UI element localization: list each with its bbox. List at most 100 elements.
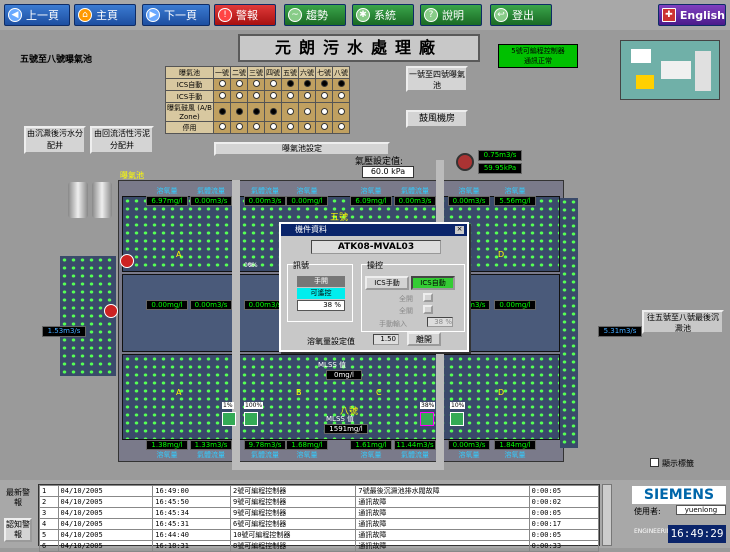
log-cell: 4 xyxy=(39,518,59,530)
mode-radio[interactable] xyxy=(264,121,282,134)
valve-top-pct: 0% xyxy=(244,262,254,269)
mode-radio[interactable] xyxy=(247,90,265,103)
sensor-label: 氣體流量 xyxy=(251,187,279,195)
ics-manual-button[interactable]: ICS手動 xyxy=(365,276,409,290)
do-setpoint-field[interactable]: 1.50 xyxy=(373,334,399,345)
help-button[interactable]: ? 說明 xyxy=(420,4,482,26)
zone-label: A xyxy=(176,250,182,259)
mode-radio[interactable] xyxy=(264,102,282,122)
site-map[interactable] xyxy=(620,40,720,100)
mode-radio[interactable] xyxy=(315,121,333,134)
log-scrollbar[interactable] xyxy=(602,484,612,546)
mode-radio[interactable] xyxy=(315,90,333,103)
valve-icon[interactable] xyxy=(244,412,258,426)
mode-radio[interactable] xyxy=(281,102,299,122)
valve-alarm-icon[interactable] xyxy=(104,304,118,318)
distribution-well-2-button[interactable]: 由回流活性污泥分配井 xyxy=(90,126,154,154)
mode-radio[interactable] xyxy=(230,78,248,91)
mode-radio[interactable] xyxy=(298,121,316,134)
sensor-label: 氣體流量 xyxy=(197,187,225,195)
sensor-label: 氣體流量 xyxy=(197,451,225,459)
trend-button[interactable]: ~ 趨勢 xyxy=(284,4,346,26)
control-table-row-label: ICS自動 xyxy=(165,78,214,91)
mode-radio[interactable] xyxy=(315,78,333,91)
alarm-button[interactable]: ! 警報 xyxy=(214,4,276,26)
arrow-left-icon: ◀ xyxy=(8,8,22,22)
log-cell: 0:00:17 xyxy=(528,518,600,530)
valve-icon[interactable] xyxy=(450,412,464,426)
mode-radio[interactable] xyxy=(332,121,350,134)
blower-room-1-4-button[interactable]: 一號至四號曝氣池 xyxy=(406,66,468,92)
log-cell: 3 xyxy=(39,507,59,519)
mode-radio[interactable] xyxy=(213,102,231,122)
mode-radio[interactable] xyxy=(247,121,265,134)
mode-radio[interactable] xyxy=(213,90,231,103)
prev-page-button[interactable]: ◀ 上一頁 xyxy=(4,4,70,26)
ics-auto-button[interactable]: ICS自動 xyxy=(411,276,455,290)
mode-radio[interactable] xyxy=(247,78,265,91)
sensor-label: 溶氧量 xyxy=(458,187,480,195)
mode-radio[interactable] xyxy=(332,78,350,91)
logout-icon: ↩ xyxy=(494,8,508,22)
next-page-button[interactable]: ▶ 下一頁 xyxy=(142,4,210,26)
log-row[interactable]: 3 04/10/2005 16:45:34 9號可編程控制器 通訊故障 0:00:05 xyxy=(39,507,600,519)
log-cell: 16:18:31 xyxy=(152,540,231,552)
sensor-label: 溶氧量 xyxy=(360,451,382,459)
to-final-sedimentation-button[interactable]: 往五號至八號最後沉澱池 xyxy=(642,310,724,334)
plc-status-badge: 5號可編程控制器 通訊正常 xyxy=(498,44,578,68)
log-cell: 16:45:31 xyxy=(152,518,231,530)
blower-room-button[interactable]: 鼓風機房 xyxy=(406,110,468,128)
system-button[interactable]: ✱ 系統 xyxy=(352,4,414,26)
home-button[interactable]: ⌂ 主頁 xyxy=(74,4,136,26)
control-table-row-label: ICS手動 xyxy=(165,90,214,103)
mode-radio[interactable] xyxy=(230,121,248,134)
english-button[interactable]: ✚ English xyxy=(658,4,726,26)
control-table-header: 四號 xyxy=(264,66,282,79)
log-row[interactable]: 2 04/10/2005 16:45:50 9號可編程控制器 通訊故障 0:00:02 xyxy=(39,496,600,508)
mode-radio[interactable] xyxy=(213,121,231,134)
mode-radio[interactable] xyxy=(298,90,316,103)
close-all-button[interactable] xyxy=(423,305,433,314)
blower-icon[interactable] xyxy=(456,153,474,171)
open-all-button[interactable] xyxy=(423,293,433,302)
log-cell: 0:00:02 xyxy=(528,496,600,508)
mode-radio[interactable] xyxy=(230,90,248,103)
map-highlight xyxy=(636,75,654,89)
top-readout: 6.97mg/l xyxy=(146,196,188,206)
log-cell: 16:44:40 xyxy=(152,529,231,541)
left-flow-readout: 1.53m3/s xyxy=(42,326,86,337)
log-cell: 2號可編程控制器 xyxy=(229,485,357,497)
log-row[interactable]: 5 04/10/2005 16:44:40 10號可編程控制器 通訊故障 0:00:05 xyxy=(39,529,600,541)
mode-radio[interactable] xyxy=(315,102,333,122)
log-row[interactable]: 4 04/10/2005 16:45:31 6號可編程控制器 通訊故障 0:00:17 xyxy=(39,518,600,530)
show-labels-checkbox[interactable] xyxy=(650,458,659,467)
ack-alarm-button[interactable]: 認知警報 xyxy=(4,518,32,542)
mode-radio[interactable] xyxy=(281,78,299,91)
mode-radio[interactable] xyxy=(332,102,350,122)
mode-radio[interactable] xyxy=(213,78,231,91)
mode-radio[interactable] xyxy=(247,102,265,122)
valve-icon[interactable] xyxy=(420,412,434,426)
mode-radio[interactable] xyxy=(332,90,350,103)
close-icon[interactable]: × xyxy=(455,226,464,234)
logout-button[interactable]: ↩ 登出 xyxy=(490,4,552,26)
valve-icon[interactable] xyxy=(222,412,236,426)
leave-button[interactable]: 離開 xyxy=(407,332,441,346)
mode-radio[interactable] xyxy=(281,90,299,103)
log-row[interactable]: 1 04/10/2005 16:49:00 2號可編程控制器 7號最後沉澱池排水閥故障 0… xyxy=(39,485,600,497)
log-row[interactable]: 6 04/10/2005 16:18:31 8號可編程控制器 通訊故障 0:00:33 xyxy=(39,540,600,552)
mode-radio[interactable] xyxy=(281,121,299,134)
valve-bottom-pct: 38% xyxy=(420,402,436,409)
do-setpoint-label: 溶氧量設定值 xyxy=(307,337,355,346)
top-readout: 0.00m3/s xyxy=(448,196,490,206)
control-table-row-label: 曝氣鼓風 (A/B Zone) xyxy=(165,102,214,122)
distribution-well-1-button[interactable]: 由沉澱後污水分配井 xyxy=(24,126,86,154)
mode-radio[interactable] xyxy=(264,90,282,103)
manual-input-field[interactable]: 38 % xyxy=(427,317,453,327)
mode-radio[interactable] xyxy=(298,102,316,122)
mode-radio[interactable] xyxy=(230,102,248,122)
mode-radio[interactable] xyxy=(298,78,316,91)
mode-radio[interactable] xyxy=(264,78,282,91)
air-pressure-value[interactable]: 60.0 kPa xyxy=(362,166,414,178)
valve-alarm-icon[interactable] xyxy=(120,254,134,268)
